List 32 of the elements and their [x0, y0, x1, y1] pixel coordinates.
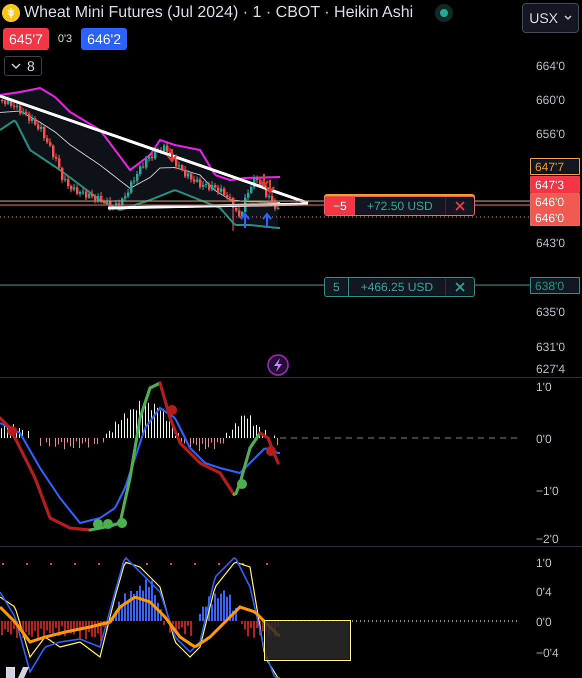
currency-dropdown[interactable]: USX [522, 3, 579, 33]
symbol-title[interactable]: Wheat Mini Futures (Jul 2024) · 1 · CBOT · Heikin Ashi [24, 4, 414, 22]
axis-label: 1'0 [535, 379, 553, 395]
profit-value: +466.25 USD [348, 278, 446, 296]
spread-value: 0'3 [58, 33, 72, 45]
price-label: 656'0 [535, 126, 566, 142]
profit-value: +72.50 USD [355, 197, 446, 215]
axis-label: −0'4 [535, 645, 560, 661]
price-label: 643'0 [535, 235, 566, 251]
axis-label: −1'0 [535, 483, 560, 499]
price-label: 635'0 [535, 304, 566, 320]
axis-label: 1'0 [535, 555, 553, 571]
price-tag: 638'0 [530, 277, 580, 294]
price-tag: 647'7 [530, 158, 580, 175]
position-quantity[interactable]: −5 [325, 197, 355, 215]
price-tag: 646'0 [530, 209, 580, 226]
axis-label: 0'0 [535, 614, 553, 630]
axis-label: 0'0 [535, 431, 553, 447]
axis-label: 0'4 [535, 584, 553, 600]
price-label: 627'4 [535, 361, 566, 377]
sell-button[interactable]: 645'7 [3, 28, 49, 50]
price-label: 631'0 [535, 339, 566, 355]
price-tag: 647'3 [530, 176, 580, 193]
position-label[interactable]: 5 +466.25 USD [324, 277, 476, 297]
axis-label: −2'0 [535, 531, 560, 547]
price-label: 660'0 [535, 92, 566, 108]
indicators-toggle[interactable]: 8 [4, 56, 42, 76]
price-label: 664'0 [535, 58, 566, 74]
position-label[interactable]: −5 +72.50 USD [324, 196, 475, 216]
price-tag: 646'0 [530, 193, 580, 210]
buy-button[interactable]: 646'2 [81, 28, 127, 50]
position-quantity[interactable]: 5 [325, 278, 349, 296]
